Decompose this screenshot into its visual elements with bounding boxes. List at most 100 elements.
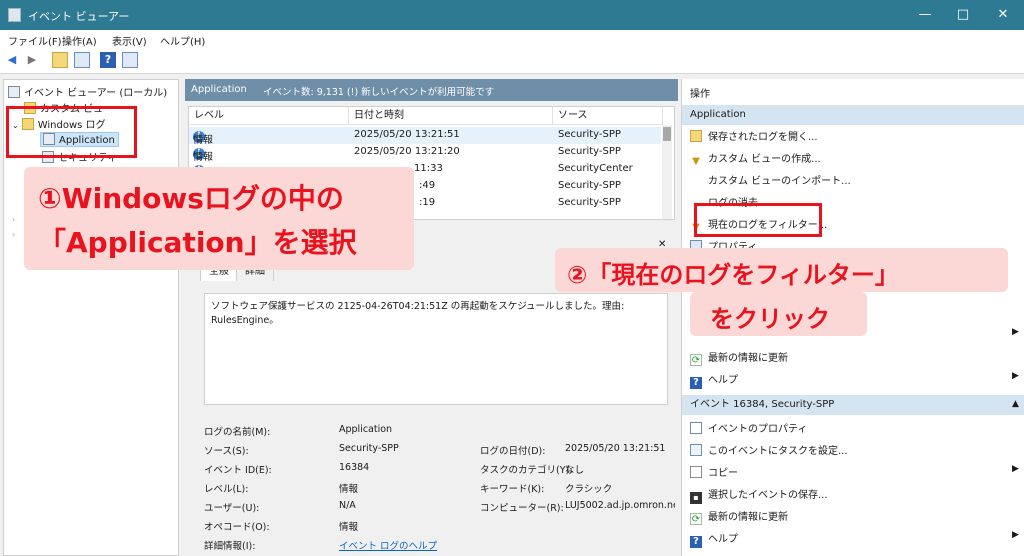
datetime-cell: :49: [419, 180, 436, 191]
log-name: Application: [191, 84, 247, 95]
menu-action[interactable]: 操作(A): [62, 33, 97, 48]
window-title: イベント ビューアー: [28, 10, 130, 23]
event-viewer-icon: [8, 86, 20, 98]
source-cell: Security-SPP: [558, 197, 621, 208]
action-refresh[interactable]: ⟳ 最新の情報に更新: [690, 508, 788, 525]
back-icon[interactable]: ◀: [4, 52, 20, 68]
vertical-scrollbar[interactable]: [662, 125, 672, 219]
callout-step-2-line1-box: ②「現在のログをフィルター」: [555, 248, 1008, 292]
help-icon: ?: [690, 536, 702, 548]
action-attach-task[interactable]: このイベントにタスクを設定...: [690, 442, 848, 457]
event-count: イベント数: 9,131 (!) 新しいイベントが利用可能です: [263, 87, 495, 98]
prop-label: ログの日付(D):: [480, 446, 546, 457]
column-header-datetime[interactable]: 日付と時刻: [349, 107, 553, 125]
menu-view[interactable]: 表示(V): [112, 33, 147, 48]
actions-section-application[interactable]: Application: [682, 105, 1024, 125]
tree-root[interactable]: イベント ビューアー (ローカル): [8, 84, 167, 99]
prop-label: イベント ID(E):: [204, 465, 272, 476]
center-pane: Application イベント数: 9,131 (!) 新しいイベントが利用可…: [185, 79, 678, 556]
filter-icon: ▼: [692, 156, 700, 167]
datetime-cell: 2025/05/20 13:21:51: [354, 129, 460, 140]
prop-value: 情報: [339, 484, 359, 495]
menu-help[interactable]: ヘルプ(H): [160, 33, 205, 48]
table-row[interactable]: i 情報 2025/05/20 13:21:51 Security-SPP: [189, 127, 661, 146]
chevron-right-icon: ▶: [1012, 530, 1019, 540]
prop-value: Application: [339, 424, 393, 435]
prop-value: 2025/05/20 13:21:51: [565, 443, 666, 454]
action-copy[interactable]: コピー: [690, 464, 738, 479]
chevron-right-icon[interactable]: ›: [12, 215, 15, 224]
action-create-custom-view[interactable]: ▼ カスタム ビューの作成...: [690, 150, 821, 168]
folder-up-icon[interactable]: [52, 52, 68, 68]
chevron-right-icon[interactable]: ›: [12, 230, 15, 239]
action-open-saved-log[interactable]: 保存されたログを開く...: [690, 128, 818, 143]
forward-icon[interactable]: ▶: [24, 52, 40, 68]
minimize-button[interactable]: —: [908, 4, 942, 26]
refresh-icon: ⟳: [690, 354, 702, 366]
properties-icon[interactable]: [122, 52, 138, 68]
callout-step-2-line2-box: をクリック: [690, 292, 867, 336]
prop-label: ソース(S):: [204, 446, 249, 457]
column-header-level[interactable]: レベル: [189, 107, 349, 125]
table-row[interactable]: i 情報 2025/05/20 13:21:20 Security-SPP: [189, 144, 661, 163]
action-import-custom-view[interactable]: カスタム ビューのインポート...: [708, 172, 851, 187]
toolbar: ◀ ▶ ?: [0, 48, 1024, 74]
prop-label: ユーザー(U):: [204, 503, 260, 514]
help-icon: ?: [690, 377, 702, 389]
prop-label: レベル(L):: [204, 484, 249, 495]
prop-label: 詳細情報(I):: [204, 541, 256, 552]
source-cell: Security-SPP: [558, 146, 621, 157]
chevron-right-icon: ▶: [1012, 371, 1019, 381]
menu-file[interactable]: ファイル(F): [8, 33, 62, 48]
menu-bar: ファイル(F) 操作(A) 表示(V) ヘルプ(H): [0, 30, 1024, 48]
prop-label: コンピューター(R):: [480, 503, 564, 514]
scroll-thumb[interactable]: [663, 127, 671, 141]
action-refresh[interactable]: ⟳ 最新の情報に更新: [690, 349, 788, 366]
prop-value: クラシック: [565, 484, 613, 495]
action-event-properties[interactable]: イベントのプロパティ: [690, 420, 807, 435]
source-cell: SecurityCenter: [558, 163, 633, 174]
prop-label: オペコード(O):: [204, 522, 270, 533]
event-log-help-link[interactable]: イベント ログのヘルプ: [339, 538, 437, 552]
title-bar: イベント ビューアー — □ ✕: [0, 0, 1024, 30]
chevron-up-icon[interactable]: ▲: [1012, 399, 1019, 409]
event-properties-icon: [690, 422, 702, 434]
console-icon[interactable]: [74, 52, 90, 68]
prop-value: 16384: [339, 462, 370, 473]
action-help[interactable]: ? ヘルプ: [690, 530, 738, 548]
datetime-cell: 2025/05/20 13:21:20: [354, 146, 460, 157]
prop-value: 情報: [339, 522, 359, 533]
prop-value: Security-SPP: [339, 443, 399, 454]
open-log-icon: [690, 130, 702, 142]
refresh-icon: ⟳: [690, 513, 702, 525]
chevron-right-icon: ▶: [1012, 327, 1019, 337]
datetime-cell: :19: [419, 197, 436, 208]
event-viewer-app-icon: [8, 8, 21, 22]
callout-step-2-line1: ②「現在のログをフィルター」: [567, 261, 899, 289]
source-cell: Security-SPP: [558, 180, 621, 191]
actions-title: 操作: [690, 89, 710, 100]
log-header: Application イベント数: 9,131 (!) 新しいイベントが利用可…: [185, 79, 678, 101]
prop-value: なし: [565, 465, 585, 476]
callout-step-1-line1: ①Windowsログの中の: [38, 182, 344, 215]
maximize-button[interactable]: □: [946, 4, 980, 26]
datetime-cell: 11:33: [414, 163, 443, 174]
task-icon: [690, 444, 702, 456]
prop-value: N/A: [339, 500, 356, 511]
action-save-selected-events[interactable]: ▪ 選択したイベントの保存...: [690, 486, 828, 504]
prop-label: ログの名前(M):: [204, 427, 271, 438]
save-icon: ▪: [690, 492, 702, 504]
actions-section-event[interactable]: イベント 16384, Security-SPP: [682, 395, 1024, 415]
event-description: ソフトウェア保護サービスの 2125-04-26T04:21:51Z の再起動を…: [204, 293, 668, 405]
action-help[interactable]: ? ヘルプ: [690, 371, 738, 389]
close-button[interactable]: ✕: [986, 4, 1020, 26]
source-cell: Security-SPP: [558, 129, 621, 140]
callout-step-1-line2: 「Application」を選択: [38, 226, 357, 259]
help-icon[interactable]: ?: [100, 52, 116, 68]
copy-icon: [690, 466, 702, 478]
prop-label: キーワード(K):: [480, 484, 545, 495]
column-header-source[interactable]: ソース: [553, 107, 663, 125]
prop-value: LUJ5002.ad.jp.omron.ne: [565, 500, 675, 511]
chevron-right-icon: ▶: [1012, 464, 1019, 474]
prop-label: タスクのカテゴリ(Y):: [480, 465, 573, 476]
